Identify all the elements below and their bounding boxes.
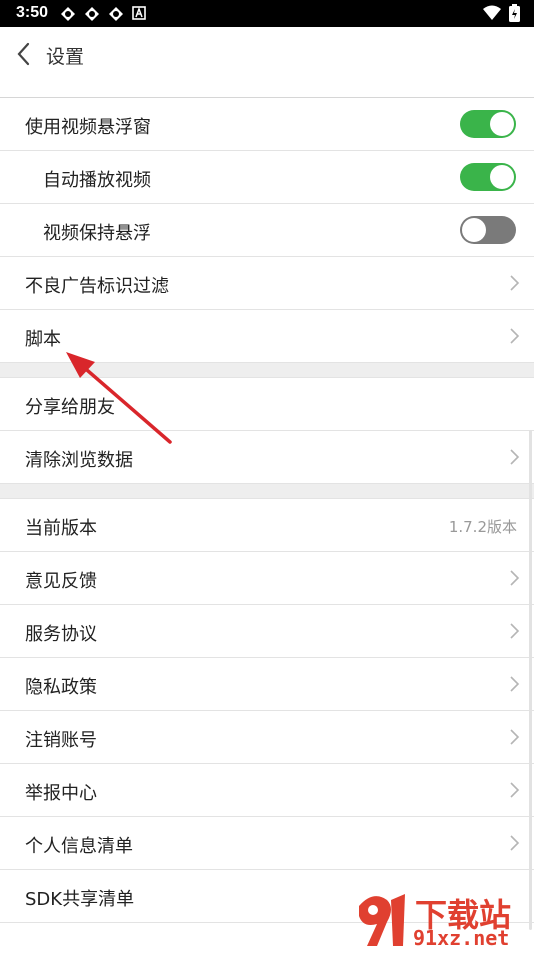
app-notification-icon	[60, 6, 76, 22]
feedback-row[interactable]: 意见反馈	[0, 552, 534, 605]
chevron-right-icon	[508, 834, 520, 852]
chevron-right-icon	[508, 569, 520, 587]
floating-video-row: 使用视频悬浮窗	[0, 98, 534, 151]
report-center-row[interactable]: 举报中心	[0, 764, 534, 817]
back-arrow-icon[interactable]	[14, 41, 34, 67]
ad-filter-label: 不良广告标识过滤	[25, 276, 169, 297]
app-notification-icon	[84, 6, 100, 22]
script-row[interactable]: 脚本	[0, 310, 534, 363]
section-divider	[0, 484, 534, 499]
battery-icon	[509, 4, 520, 27]
app-notification-icon	[108, 6, 124, 22]
privacy-policy-label: 隐私政策	[25, 677, 97, 698]
keep-floating-toggle[interactable]	[460, 216, 516, 244]
a-notification-icon	[132, 6, 148, 22]
chevron-right-icon	[508, 274, 520, 292]
share-row[interactable]: 分享给朋友	[0, 378, 534, 431]
page-title: 设置	[46, 46, 85, 68]
toggle-knob	[490, 165, 514, 189]
personal-info-list-label: 个人信息清单	[25, 836, 133, 857]
floating-video-label: 使用视频悬浮窗	[25, 117, 151, 138]
service-agreement-label: 服务协议	[25, 624, 97, 645]
chevron-right-icon	[508, 781, 520, 799]
chevron-right-icon	[508, 448, 520, 466]
chevron-right-icon	[508, 327, 520, 345]
privacy-policy-row[interactable]: 隐私政策	[0, 658, 534, 711]
script-label: 脚本	[25, 329, 61, 350]
version-label: 当前版本	[25, 518, 97, 539]
chevron-right-icon	[508, 622, 520, 640]
chevron-right-icon	[508, 728, 520, 746]
feedback-label: 意见反馈	[25, 571, 97, 592]
cancel-account-row[interactable]: 注销账号	[0, 711, 534, 764]
settings-list: 使用视频悬浮窗 自动播放视频 视频保持悬浮 不良广告标识过滤 脚本 分享给朋友 …	[0, 98, 534, 923]
clear-data-row[interactable]: 清除浏览数据	[0, 431, 534, 484]
chevron-right-icon	[508, 675, 520, 693]
watermark-logo: 下载站 91xz.net	[355, 888, 530, 950]
autoplay-video-toggle[interactable]	[460, 163, 516, 191]
version-row: 当前版本 1.7.2版本	[0, 499, 534, 552]
share-label: 分享给朋友	[25, 397, 115, 418]
status-bar: 3:50	[0, 0, 534, 27]
status-time: 3:50	[16, 4, 49, 21]
service-agreement-row[interactable]: 服务协议	[0, 605, 534, 658]
autoplay-video-label: 自动播放视频	[43, 170, 151, 191]
ad-filter-row[interactable]: 不良广告标识过滤	[0, 257, 534, 310]
toggle-knob	[490, 112, 514, 136]
watermark-domain-text: 91xz.net	[413, 926, 510, 950]
version-value: 1.7.2版本	[448, 518, 517, 536]
personal-info-list-row[interactable]: 个人信息清单	[0, 817, 534, 870]
notification-icons	[60, 6, 148, 22]
wifi-icon	[483, 5, 501, 26]
app-header: 设置	[0, 27, 534, 98]
report-center-label: 举报中心	[25, 783, 97, 804]
toggle-knob	[462, 218, 486, 242]
autoplay-video-row: 自动播放视频	[0, 151, 534, 204]
floating-video-toggle[interactable]	[460, 110, 516, 138]
section-divider	[0, 363, 534, 378]
cancel-account-label: 注销账号	[25, 730, 97, 751]
sdk-share-list-label: SDK共享清单	[25, 889, 135, 910]
scrollbar[interactable]	[529, 430, 532, 930]
keep-floating-label: 视频保持悬浮	[43, 223, 151, 244]
watermark-91-icon	[359, 894, 405, 946]
clear-data-label: 清除浏览数据	[25, 450, 133, 471]
keep-floating-row: 视频保持悬浮	[0, 204, 534, 257]
